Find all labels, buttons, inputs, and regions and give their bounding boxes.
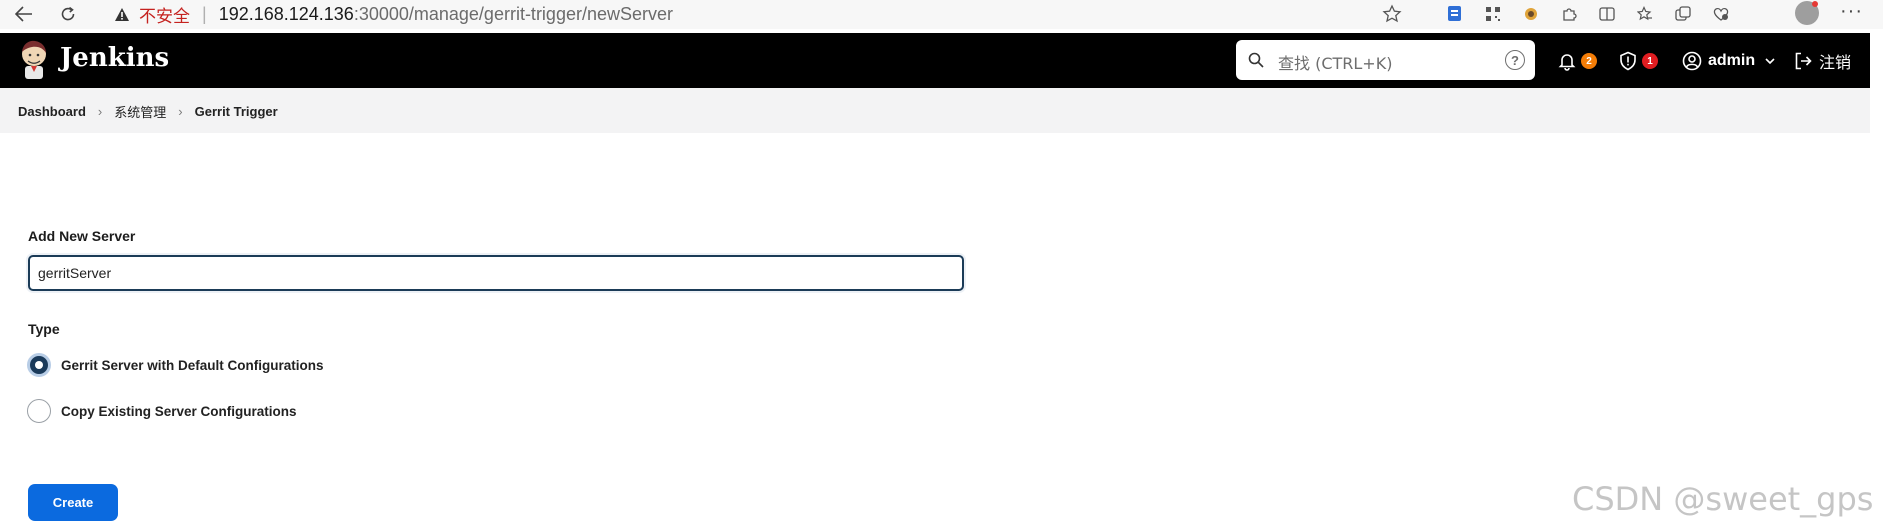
radio-option-default[interactable]: Gerrit Server with Default Configuration… [27, 353, 324, 377]
browser-toolbar: 不安全 | 192.168.124.136:30000/manage/gerri… [0, 0, 1883, 29]
translate-extension-icon[interactable] [1436, 2, 1474, 26]
user-menu[interactable]: admin [1682, 47, 1777, 75]
security-badge: 1 [1642, 53, 1658, 69]
puzzle-icon[interactable] [1550, 2, 1588, 26]
qr-code-icon[interactable] [1474, 2, 1512, 26]
help-icon[interactable]: ? [1505, 50, 1525, 70]
bell-icon [1558, 54, 1576, 71]
breadcrumb-manage[interactable]: 系统管理 [114, 102, 166, 121]
extension-colored-icon[interactable] [1512, 2, 1550, 26]
collections-icon[interactable] [1664, 2, 1702, 26]
more-menu-icon[interactable]: ··· [1840, 0, 1863, 23]
chevron-right-icon: › [97, 104, 103, 119]
breadcrumb-dashboard[interactable]: Dashboard [18, 104, 86, 119]
insecure-label: 不安全 [139, 6, 190, 27]
url-separator: | [202, 3, 207, 24]
add-server-label: Add New Server [28, 228, 136, 244]
logout-label: 注销 [1819, 53, 1852, 72]
search-input[interactable]: 查找 (CTRL+K) [1278, 50, 1392, 74]
extension-toolbar [1436, 2, 1740, 26]
logout-icon [1795, 52, 1812, 70]
radio-label-default[interactable]: Gerrit Server with Default Configuration… [61, 358, 324, 373]
breadcrumb: Dashboard › 系统管理 › Gerrit Trigger [18, 102, 278, 121]
jenkins-header: Jenkins 查找 (CTRL+K) ? 2 1 admin 注销 [0, 33, 1870, 88]
server-name-input[interactable] [28, 255, 964, 291]
jenkins-logo-icon[interactable] [18, 39, 50, 81]
brand-title[interactable]: Jenkins [60, 43, 169, 73]
radio-default-configurations[interactable] [27, 353, 51, 377]
radio-copy-existing[interactable] [27, 399, 51, 423]
breadcrumb-gerrit-trigger[interactable]: Gerrit Trigger [195, 104, 278, 119]
notification-dot [1812, 1, 1818, 7]
notifications-button[interactable]: 2 [1557, 47, 1597, 75]
address-bar[interactable]: 不安全 | 192.168.124.136:30000/manage/gerri… [105, 1, 1415, 27]
performance-icon[interactable] [1702, 2, 1740, 26]
radio-label-copy[interactable]: Copy Existing Server Configurations [61, 404, 297, 419]
split-screen-icon[interactable] [1588, 2, 1626, 26]
watermark: CSDN @sweet_gps [1572, 480, 1874, 518]
chevron-down-icon [1765, 58, 1775, 65]
user-name: admin [1708, 52, 1756, 69]
warning-icon [113, 5, 131, 23]
breadcrumb-bar: Dashboard › 系统管理 › Gerrit Trigger [0, 88, 1870, 133]
url-host: 192.168.124.136 [218, 3, 354, 24]
type-label: Type [28, 321, 60, 337]
reload-icon[interactable] [54, 2, 82, 26]
favorites-icon[interactable] [1626, 2, 1664, 26]
security-button[interactable]: 1 [1618, 47, 1658, 75]
search-box[interactable]: 查找 (CTRL+K) ? [1236, 40, 1535, 80]
bookmark-star-icon[interactable] [1382, 4, 1402, 24]
url-path: :30000/manage/gerrit-trigger/newServer [353, 3, 673, 24]
notifications-badge: 2 [1581, 53, 1597, 69]
chevron-right-icon: › [178, 104, 183, 119]
shield-icon [1620, 51, 1636, 71]
back-arrow-icon[interactable] [10, 2, 38, 26]
search-icon [1248, 52, 1264, 68]
user-icon [1682, 51, 1702, 71]
radio-option-copy[interactable]: Copy Existing Server Configurations [27, 399, 297, 423]
logout-button[interactable]: 注销 [1793, 47, 1851, 75]
create-button[interactable]: Create [28, 484, 118, 521]
